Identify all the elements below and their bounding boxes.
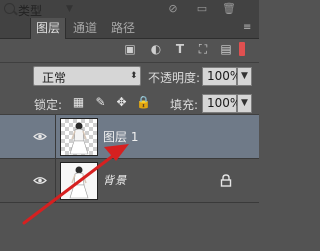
no-icon[interactable]: ⊘ bbox=[167, 3, 179, 15]
opacity-input[interactable]: 100% bbox=[202, 67, 241, 86]
layer-name[interactable]: 图层 1 bbox=[103, 128, 138, 145]
lock-icon[interactable] bbox=[220, 174, 232, 187]
folder-icon[interactable]: ▭ bbox=[196, 3, 208, 15]
figure-thumbnail-image bbox=[61, 163, 97, 199]
fill-label: 填充: bbox=[170, 98, 199, 112]
type-filter-icon[interactable]: T bbox=[173, 42, 187, 56]
tab-channels[interactable]: 通道 bbox=[70, 18, 100, 38]
lock-image-pixels-icon[interactable]: ✎ bbox=[94, 96, 107, 109]
layer-thumbnail[interactable] bbox=[60, 162, 98, 200]
divider bbox=[55, 115, 56, 159]
divider bbox=[55, 159, 56, 203]
pixel-filter-icon[interactable]: ▣ bbox=[123, 42, 137, 56]
smart-object-filter-icon[interactable]: ▤ bbox=[219, 42, 233, 56]
tab-layers[interactable]: 图层 bbox=[30, 18, 66, 39]
tab-paths[interactable]: 路径 bbox=[108, 18, 138, 38]
layer-thumbnail[interactable] bbox=[60, 118, 98, 156]
lock-all-icon[interactable]: 🔒 bbox=[136, 96, 151, 109]
search-icon bbox=[4, 3, 15, 14]
lock-label: 锁定: bbox=[34, 98, 63, 112]
panel-tabbar: 图层 通道 路径 ≡ bbox=[0, 18, 259, 39]
visibility-eye-icon[interactable] bbox=[33, 132, 47, 141]
filter-kind-label: 类型 bbox=[18, 4, 43, 18]
blend-mode-dropdown[interactable]: 正常 ⬍ bbox=[33, 66, 141, 86]
filter-toggle[interactable] bbox=[239, 42, 245, 56]
lock-transparent-pixels-icon[interactable]: ▦ bbox=[72, 96, 85, 109]
trash-icon[interactable]: 🗑 bbox=[222, 3, 236, 15]
panel-menu-icon[interactable]: ≡ bbox=[243, 21, 255, 35]
visibility-eye-icon[interactable] bbox=[33, 176, 47, 185]
opacity-label: 不透明度: bbox=[148, 71, 201, 85]
fill-input[interactable]: 100% bbox=[202, 94, 241, 113]
layer-row[interactable]: 图层 1 bbox=[0, 115, 259, 159]
divider bbox=[0, 62, 259, 63]
chevron-down-icon: ⬍ bbox=[130, 71, 138, 81]
shape-filter-icon[interactable]: ⛶ bbox=[196, 42, 210, 56]
opacity-dropdown-button[interactable]: ▼ bbox=[237, 67, 252, 86]
layer-name[interactable]: 背景 bbox=[103, 172, 127, 188]
blend-mode-value: 正常 bbox=[42, 71, 67, 85]
adjustment-filter-icon[interactable]: ◐ bbox=[149, 42, 163, 56]
chevron-down-icon: ▼ bbox=[66, 4, 73, 14]
fill-dropdown-button[interactable]: ▼ bbox=[237, 94, 252, 113]
figure-thumbnail-image bbox=[69, 122, 89, 155]
lock-position-icon[interactable]: ✥ bbox=[115, 96, 128, 109]
layer-row[interactable]: 背景 bbox=[0, 159, 259, 203]
